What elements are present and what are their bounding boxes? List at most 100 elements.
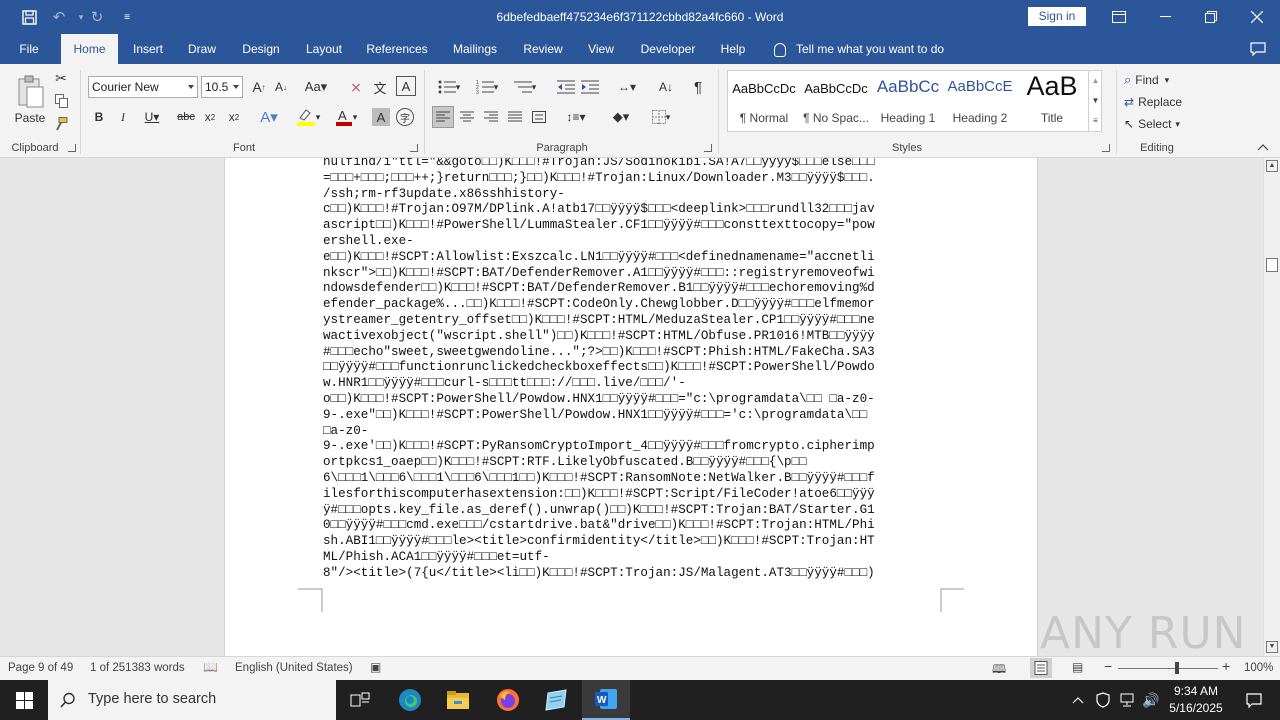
word-count[interactable]: 1 of 251383 words — [90, 662, 185, 674]
grow-font-icon[interactable]: A ↑ — [250, 76, 268, 98]
minimize-button[interactable] — [1142, 0, 1188, 34]
character-shading-icon[interactable]: A — [372, 108, 390, 126]
text-highlight-icon[interactable]: ▾ — [292, 106, 324, 128]
subscript-icon[interactable]: x2 — [200, 106, 220, 128]
style-heading-1[interactable]: AaBbCc Heading 1 — [872, 71, 944, 131]
shading-icon[interactable]: ◆▾ — [604, 106, 638, 128]
distributed-icon[interactable] — [528, 106, 550, 128]
comments-icon[interactable] — [1244, 34, 1272, 64]
multilevel-list-icon[interactable]: ▾ — [508, 76, 542, 98]
tab-insert[interactable]: Insert — [124, 34, 172, 64]
document-line[interactable]: ndowsdefender□□)K□□□!#SCPT:BAT/DefenderR… — [323, 281, 943, 297]
document-body-text[interactable]: nulfind/i"ttl="&&goto□□)K□□□!#Trojan:JS/… — [323, 158, 943, 582]
save-icon[interactable] — [14, 0, 44, 34]
notifications-icon[interactable] — [1240, 680, 1268, 720]
clock-date[interactable]: 5/16/2025 — [1166, 701, 1226, 715]
document-line[interactable]: 9-.exe"□□)K□□□!#SCPT:PowerShell/Powdow.H… — [323, 408, 943, 424]
tab-references[interactable]: References — [362, 34, 432, 64]
taskbar-search-box[interactable]: Type here to search — [48, 680, 336, 720]
line-spacing-icon[interactable]: ↕≡▾ — [560, 106, 592, 128]
macro-record-icon[interactable]: ▣ — [370, 660, 381, 674]
redo-icon[interactable]: ↻ — [82, 0, 112, 34]
shrink-font-icon[interactable]: A ↓ — [272, 76, 290, 98]
scroll-down-icon[interactable]: ▼ — [1266, 641, 1278, 653]
document-line[interactable]: c□□)K□□□!#Trojan:O97M/DPlink.A!atb17□□ÿÿ… — [323, 202, 943, 218]
style-normal[interactable]: AaBbCcDc ¶ Normal — [728, 71, 800, 131]
web-layout-icon[interactable]: ▤ — [1072, 660, 1083, 674]
scroll-thumb[interactable] — [1266, 258, 1278, 272]
font-size-dropdown[interactable]: 10.5 — [201, 76, 243, 98]
network-icon[interactable] — [1116, 680, 1138, 720]
document-line[interactable]: □□ÿÿÿÿ#□□□functionrunclickedcheckboxeffe… — [323, 360, 943, 376]
superscript-icon[interactable]: x2 — [224, 106, 244, 128]
document-line[interactable]: 8"/><title>(7{u</title><li□□)K□□□!#SCPT:… — [323, 566, 943, 582]
asian-layout-icon[interactable]: ↔▾ — [612, 76, 642, 98]
tab-help[interactable]: Help — [714, 34, 752, 64]
firefox-icon[interactable] — [484, 680, 532, 720]
tab-design[interactable]: Design — [234, 34, 288, 64]
document-line[interactable]: =□□□+□□□;□□□++;}return□□□;}□□)K□□□!#Troj… — [323, 171, 943, 187]
document-area[interactable]: nulfind/i"ttl="&&goto□□)K□□□!#Trojan:JS/… — [0, 158, 1263, 656]
page-count[interactable]: Page 9 of 49 — [8, 662, 73, 674]
collapse-ribbon-icon[interactable] — [1254, 140, 1272, 154]
defender-icon[interactable] — [1092, 680, 1114, 720]
tab-draw[interactable]: Draw — [181, 34, 223, 64]
zoom-slider-thumb[interactable] — [1175, 662, 1179, 674]
copy-icon[interactable] — [52, 92, 70, 110]
justify-icon[interactable] — [504, 106, 526, 128]
tab-layout[interactable]: Layout — [298, 34, 350, 64]
format-painter-icon[interactable] — [52, 115, 70, 133]
tab-view[interactable]: View — [582, 34, 620, 64]
tab-review[interactable]: Review — [516, 34, 570, 64]
paste-button[interactable]: Paste — [12, 70, 48, 130]
document-line[interactable]: ascript□□)K□□□!#PowerShell/LummaStealer.… — [323, 218, 943, 234]
document-line[interactable]: ershell.exe- — [323, 234, 943, 250]
ribbon-display-options-icon[interactable] — [1096, 0, 1142, 34]
document-line[interactable]: nkscr">□□)K□□□!#SCPT:BAT/DefenderRemover… — [323, 266, 943, 282]
underline-icon[interactable]: U▾ — [138, 106, 166, 128]
scroll-up-icon[interactable]: ▲ — [1266, 160, 1278, 172]
document-line[interactable]: o□□)K□□□!#SCPT:PowerShell/Powdow.HNX1□□ÿ… — [323, 392, 943, 408]
document-line[interactable]: □a-z0- — [323, 424, 943, 440]
increase-indent-icon[interactable] — [580, 76, 600, 98]
align-center-icon[interactable] — [456, 106, 478, 128]
task-view-icon[interactable] — [336, 680, 384, 720]
tell-me-search[interactable]: Tell me what you want to do — [774, 34, 944, 64]
phonetic-guide-icon[interactable]: 文 — [370, 76, 390, 98]
bold-icon[interactable]: B — [90, 106, 108, 128]
styles-launcher-icon[interactable] — [1102, 144, 1110, 152]
find-button[interactable]: ⌕ Find ▾ — [1124, 70, 1194, 90]
document-line[interactable]: ÿ#□□□opts.key_file.as_deref().unwrap()□□… — [323, 503, 943, 519]
show-formatting-icon[interactable]: ¶ — [688, 76, 708, 98]
strikethrough-icon[interactable]: abc — [176, 106, 196, 128]
style-title[interactable]: AaB Title — [1016, 71, 1088, 131]
document-line[interactable]: ML/Phish.ACA1□□ÿÿÿÿ#□□□et=utf- — [323, 550, 943, 566]
sort-icon[interactable]: A↓ — [656, 76, 676, 98]
customize-toolbar-icon[interactable]: ≡ — [112, 0, 142, 34]
decrease-indent-icon[interactable] — [556, 76, 576, 98]
tab-home[interactable]: Home — [61, 34, 118, 64]
text-effects-icon[interactable]: A▾ — [254, 106, 284, 128]
document-line[interactable]: sh.ABI1□□ÿÿÿÿ#□□□le><title>confirmidenti… — [323, 534, 943, 550]
change-case-icon[interactable]: Aa▾ — [301, 76, 331, 98]
italic-icon[interactable]: I — [114, 106, 132, 128]
more-styles-icon[interactable]: ≡ — [1089, 111, 1102, 131]
document-line[interactable]: 9-.exe'□□)K□□□!#SCPT:PyRansomCryptoImpor… — [323, 439, 943, 455]
tab-mailings[interactable]: Mailings — [446, 34, 504, 64]
print-layout-icon[interactable] — [1030, 658, 1052, 678]
document-line[interactable]: 0□□ÿÿÿÿ#□□□cmd.exe□□□/cstartdrive.bat&"d… — [323, 518, 943, 534]
restore-button[interactable] — [1188, 0, 1234, 34]
font-color-icon[interactable]: A ▾ — [330, 106, 362, 128]
align-right-icon[interactable] — [480, 106, 502, 128]
read-mode-icon[interactable]: 🕮 — [992, 660, 1006, 681]
numbering-icon[interactable]: 1 2 3 ▾ — [470, 76, 504, 98]
clock-time[interactable]: 9:34 AM — [1166, 684, 1226, 698]
sign-in-button[interactable]: Sign in — [1028, 7, 1086, 26]
document-line[interactable]: w.HNR1□□ÿÿÿÿ#□□□curl-s□□□tt□□□://□□□.liv… — [323, 376, 943, 392]
document-line[interactable]: #□□□echo"sweet,sweetgwendoline...";?>□□)… — [323, 345, 943, 361]
file-explorer-icon[interactable] — [434, 680, 482, 720]
paragraph-launcher-icon[interactable] — [704, 144, 712, 152]
chevron-up-icon[interactable] — [1066, 680, 1090, 720]
language[interactable]: English (United States) — [235, 662, 353, 674]
document-line[interactable]: nulfind/i"ttl="&&goto□□)K□□□!#Trojan:JS/… — [323, 158, 943, 171]
